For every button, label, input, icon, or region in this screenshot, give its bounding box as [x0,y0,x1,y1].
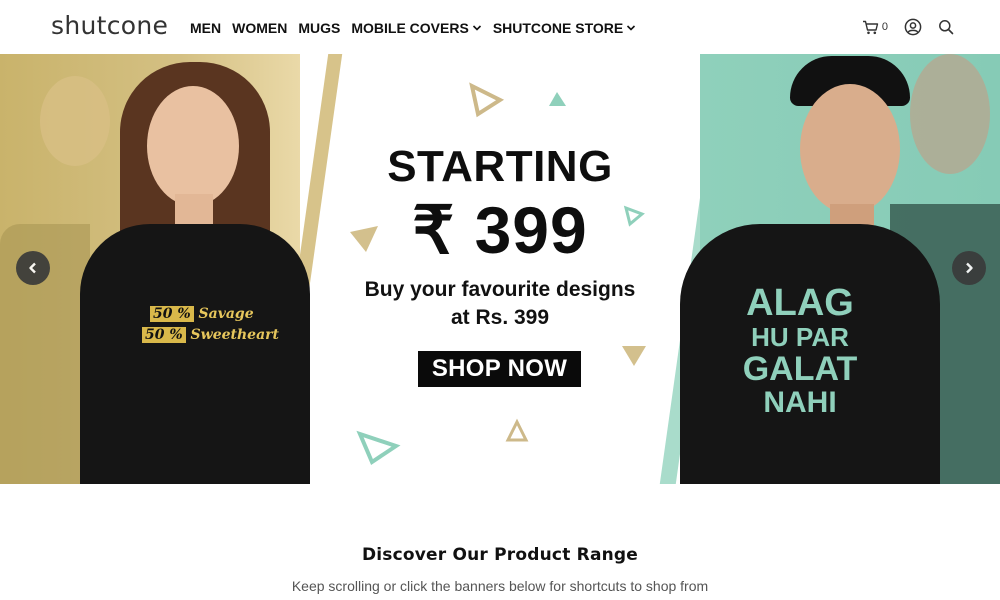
section-subtitle: Keep scrolling or click the banners belo… [291,578,709,594]
shop-now-button[interactable]: SHOP NOW [418,351,581,387]
cart-icon [862,20,879,34]
chevron-down-icon [627,25,636,31]
section-title: Discover Our Product Range [361,545,639,565]
hero-price: ₹ 399 [412,193,588,267]
cart-button[interactable]: 0 [862,20,888,35]
cart-count: 0 [881,21,888,33]
shirt-print-text: ALAG HU PAR GALAT NAHI [742,282,858,419]
slider-prev-button[interactable] [16,251,50,285]
chevron-right-icon [966,262,973,274]
nav-item-label: MEN [190,20,222,36]
search-icon [939,20,954,35]
nav-item-men[interactable]: MEN [190,20,221,36]
slider-next-button[interactable] [952,251,986,285]
hero-promo: STARTING ₹ 399 Buy your favourite design… [350,54,650,484]
nav-item-shutcone-store[interactable]: SHUTCONE STORE [493,20,636,36]
hero-subtitle: Buy your favourite designs at Rs. 399 [350,276,650,332]
nav-item-label: MUGS [298,20,341,36]
site-header: shutcone MEN WOMEN MUGS MOBILE COVERS SH… [0,0,1000,54]
shirt-print-line-1: 50 % Savage [150,306,254,322]
hero-subtitle-line-1: Buy your favourite designs [364,278,636,301]
nav-item-mobile-covers[interactable]: MOBILE COVERS [351,20,481,36]
nav-item-label: MOBILE COVERS [351,20,469,36]
hero-subtitle-line-2: at Rs. 399 [450,306,550,329]
search-button[interactable] [938,19,954,35]
site-logo[interactable]: shutcone [51,11,168,40]
shirt-print-line-2: 50 % Sweetheart [142,327,279,343]
account-button[interactable] [904,18,922,36]
nav-item-women[interactable]: WOMEN [232,20,287,36]
main-nav: MEN WOMEN MUGS MOBILE COVERS SHUTCONE ST… [190,20,647,36]
model-man-image: ALAG HU PAR GALAT NAHI [660,54,1000,484]
user-circle-icon [904,18,922,36]
model-woman-image: 50 % Savage 50 % Sweetheart [0,54,340,484]
nav-item-label: SHUTCONE STORE [492,20,624,36]
nav-item-label: WOMEN [232,20,288,36]
hero-banner[interactable]: 50 % Savage 50 % Sweetheart ALAG HU PAR … [0,54,1000,484]
hero-title: STARTING [387,142,613,191]
nav-item-mugs[interactable]: MUGS [298,20,340,36]
chevron-down-icon [472,25,481,31]
chevron-left-icon [29,262,36,274]
header-icons: 0 [846,18,954,36]
